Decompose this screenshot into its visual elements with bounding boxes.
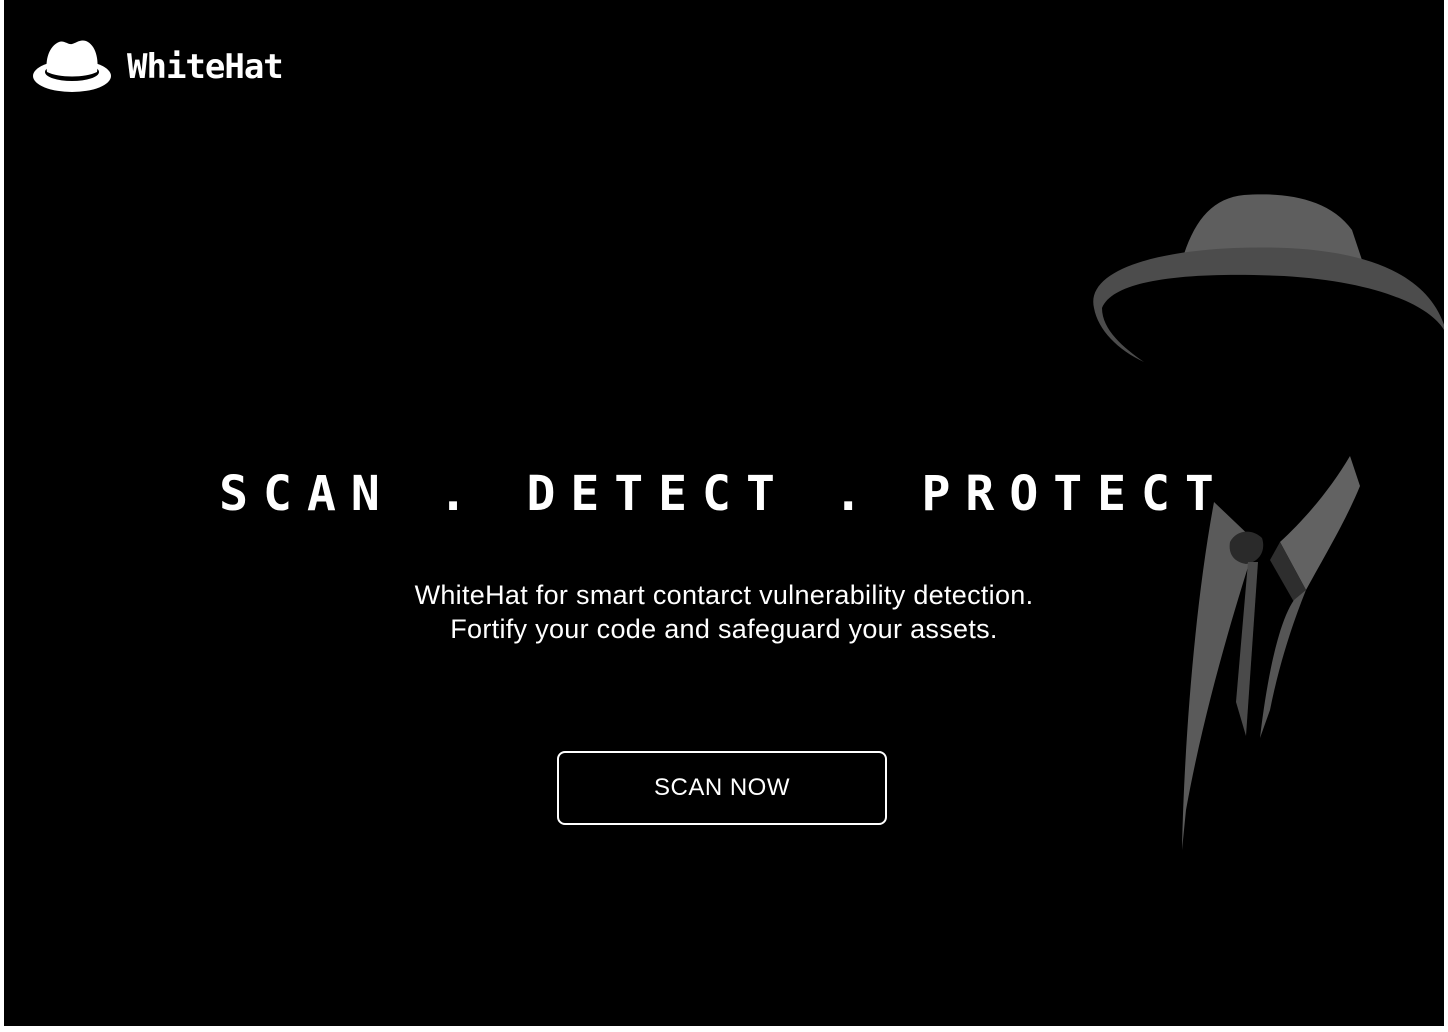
- hero-subtitle: WhiteHat for smart contarct vulnerabilit…: [4, 578, 1444, 646]
- logo[interactable]: WhiteHat: [33, 38, 284, 94]
- landing-page: WhiteHat SCAN . DETECT . PROTECT WhiteHa…: [4, 0, 1444, 1026]
- subtitle-line-1: WhiteHat for smart contarct vulnerabilit…: [414, 580, 1034, 610]
- brand-name: WhiteHat: [127, 47, 284, 87]
- hero-headline: SCAN . DETECT . PROTECT: [219, 466, 1229, 522]
- scan-now-button[interactable]: SCAN NOW: [557, 751, 887, 825]
- subtitle-line-2: Fortify your code and safeguard your ass…: [450, 614, 998, 644]
- fedora-hat-icon: [33, 38, 113, 94]
- man-in-hat-silhouette: [1084, 190, 1444, 910]
